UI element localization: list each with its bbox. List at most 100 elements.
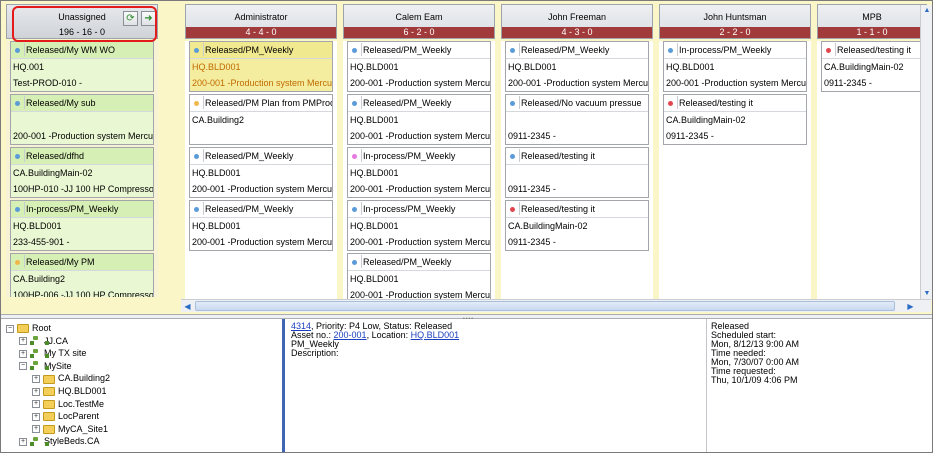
- horizontal-scroll-thumb[interactable]: [195, 301, 895, 311]
- collapse-icon[interactable]: −: [6, 324, 14, 333]
- column-header[interactable]: MPB 1 - 1 - 0: [817, 4, 927, 39]
- scroll-right-icon[interactable]: ▶: [905, 301, 916, 312]
- scroll-left-icon[interactable]: ◀: [182, 301, 193, 312]
- expand-icon[interactable]: +: [19, 337, 27, 346]
- work-order-card[interactable]: Released/testing it CA.BuildingMain-02 091…: [821, 41, 923, 92]
- tree-node[interactable]: − Root: [6, 322, 51, 334]
- time-requested-value: Thu, 10/1/09 4:06 PM: [711, 375, 798, 385]
- column-counts: 4 - 3 - 0: [502, 27, 652, 38]
- work-order-card[interactable]: In-process/PM_Weekly HQ.BLD001 200-001 -Pr…: [347, 200, 491, 251]
- work-order-card[interactable]: Released/testing it 0911-2345 -: [505, 147, 649, 198]
- expand-icon[interactable]: +: [32, 412, 40, 421]
- work-order-card[interactable]: Released/dfhd CA.BuildingMain-02 100HP-010…: [10, 147, 154, 198]
- work-order-card[interactable]: Released/PM_Weekly HQ.BLD001 200-001 -Prod…: [189, 200, 333, 251]
- card-status-text: In-process/PM_Weekly: [679, 45, 772, 55]
- work-order-card[interactable]: In-process/PM_Weekly HQ.BLD001 200-001 -Pr…: [663, 41, 807, 92]
- card-location: HQ.BLD001: [192, 221, 241, 231]
- work-order-card[interactable]: Released/testing it CA.BuildingMain-02 091…: [505, 200, 649, 251]
- card-location: CA.Building2: [192, 115, 245, 125]
- column-cards: Released/PM_Weekly HQ.BLD001 200-001 -Prod…: [343, 41, 495, 299]
- collapse-icon[interactable]: −: [19, 362, 27, 371]
- card-status-text: In-process/PM_Weekly: [26, 204, 119, 214]
- work-order-card[interactable]: Released/PM_Weekly HQ.BLD001 200-001 -Prod…: [189, 147, 333, 198]
- column-counts: 4 - 4 - 0: [186, 27, 336, 38]
- card-location: HQ.BLD001: [350, 62, 399, 72]
- column-unassigned: Unassigned 196 - 16 - 0 ⟳ ➜ Released/My WM W…: [6, 4, 158, 297]
- scroll-down-icon[interactable]: ▼: [922, 289, 932, 299]
- card-asset: 200-001 -Production system Mercury sy: [192, 78, 332, 88]
- card-location: HQ.BLD001: [13, 221, 62, 231]
- work-order-card[interactable]: Released/PM_Weekly HQ.BLD001 200-001 -Prod…: [189, 41, 333, 92]
- work-order-card[interactable]: Released/My WM WO HQ.001 Test-PROD-010 -: [10, 41, 154, 92]
- priority-dot-icon: [352, 101, 357, 106]
- arrow-right-icon[interactable]: ➜: [141, 11, 156, 26]
- tree-node[interactable]: + JJ.CA: [19, 335, 68, 347]
- expand-icon[interactable]: +: [32, 387, 40, 396]
- site-icon: [30, 348, 49, 359]
- tree-node[interactable]: + Loc.TestMe: [32, 398, 104, 410]
- work-order-card[interactable]: Released/PM_Weekly HQ.BLD001 200-001 -Prod…: [347, 41, 491, 92]
- priority-dot-icon: [194, 48, 199, 53]
- work-order-card[interactable]: Released/No vacuum pressue 0911-2345 -: [505, 94, 649, 145]
- column-header[interactable]: Administrator 4 - 4 - 0: [185, 4, 337, 39]
- work-order-card[interactable]: Released/PM_Weekly HQ.BLD001 200-001 -Prod…: [505, 41, 649, 92]
- card-location: HQ.BLD001: [350, 221, 399, 231]
- work-order-card[interactable]: Released/My PM CA.Building2 100HP-006 -JJ …: [10, 253, 154, 297]
- tree-node[interactable]: + MyCA_Site1: [32, 423, 108, 435]
- work-order-card[interactable]: Released/PM Plan from PMProce... CA.Build…: [189, 94, 333, 145]
- location-link[interactable]: HQ.BLD001: [411, 330, 460, 340]
- card-status: Released/testing it: [664, 95, 806, 112]
- card-location: CA.BuildingMain-02: [13, 168, 93, 178]
- board-vertical-scrollbar[interactable]: ▲ ▼: [920, 5, 932, 300]
- refresh-icon[interactable]: ⟳: [123, 11, 138, 26]
- expand-icon[interactable]: +: [32, 425, 40, 434]
- priority-dot-icon: [352, 260, 357, 265]
- card-location: HQ.BLD001: [666, 62, 715, 72]
- tree-node[interactable]: + LocParent: [32, 410, 99, 422]
- card-status-text: Released/PM_Weekly: [205, 151, 294, 161]
- scroll-up-icon[interactable]: ▲: [922, 6, 932, 16]
- card-asset: 200-001 -Production system Mercur...: [350, 131, 490, 141]
- site-icon: [30, 336, 49, 346]
- work-order-card[interactable]: In-process/PM_Weekly HQ.BLD001 200-001 -Pr…: [347, 147, 491, 198]
- priority-dot-icon: [15, 260, 20, 265]
- card-status: Released/PM_Weekly: [190, 148, 332, 165]
- card-status-text: In-process/PM_Weekly: [363, 204, 456, 214]
- card-status-text: Released/My WM WO: [26, 45, 116, 55]
- site-icon: [30, 437, 49, 447]
- work-order-card[interactable]: In-process/PM_Weekly HQ.BLD001 233-455-901…: [10, 200, 154, 251]
- expand-icon[interactable]: +: [32, 400, 40, 409]
- card-asset: 200-001 -Production system Mercur...: [192, 184, 332, 194]
- schedule-detail: Released Scheduled start: Mon, 8/12/13 9…: [706, 319, 932, 452]
- column-tech-3: John Freeman 4 - 3 - 0 Released/PM_Weekly H…: [501, 4, 653, 299]
- expand-icon[interactable]: +: [19, 349, 27, 358]
- card-status-text: Released/PM_Weekly: [205, 204, 294, 214]
- tree-node-label: StyleBeds.CA: [44, 436, 100, 447]
- work-order-card[interactable]: Released/My sub 200-001 -Production syste…: [10, 94, 154, 145]
- column-tech-2: Calem Eam 6 - 2 - 0 Released/PM_Weekly HQ.B…: [343, 4, 495, 299]
- tree-node[interactable]: + CA.Building2: [32, 372, 110, 384]
- expand-icon[interactable]: +: [32, 375, 40, 384]
- column-header[interactable]: Unassigned 196 - 16 - 0 ⟳ ➜: [6, 4, 158, 39]
- column-name: MPB: [862, 12, 882, 22]
- tree-node[interactable]: + HQ.BLD001: [32, 385, 107, 397]
- column-header[interactable]: Calem Eam 6 - 2 - 0: [343, 4, 495, 39]
- card-location: HQ.BLD001: [192, 168, 241, 178]
- card-status-text: Released/My PM: [26, 257, 95, 267]
- card-location: CA.BuildingMain-02: [508, 221, 588, 231]
- tree-node[interactable]: − MySite: [19, 360, 72, 372]
- board-horizontal-scrollbar[interactable]: ◀ ▶: [181, 299, 931, 312]
- card-asset: 233-455-901 -: [13, 237, 70, 247]
- work-order-card[interactable]: Released/PM_Weekly HQ.BLD001 200-001 -Prod…: [347, 94, 491, 145]
- card-asset: 100HP-010 -JJ 100 HP Compressor ...: [13, 184, 153, 194]
- work-order-card[interactable]: Released/PM_Weekly HQ.BLD001 200-001 -Prod…: [347, 253, 491, 299]
- expand-icon[interactable]: +: [19, 438, 27, 447]
- card-status: Released/My sub: [11, 95, 153, 112]
- column-header[interactable]: John Huntsman 2 - 2 - 0: [659, 4, 811, 39]
- tree-node[interactable]: + StyleBeds.CA: [19, 435, 100, 447]
- work-order-card[interactable]: Released/testing it CA.BuildingMain-02 091…: [663, 94, 807, 145]
- column-counts: 196 - 16 - 0: [58, 27, 106, 37]
- column-header[interactable]: John Freeman 4 - 3 - 0: [501, 4, 653, 39]
- tree-node[interactable]: + My TX site: [19, 347, 86, 359]
- card-status-text: Released/testing it: [679, 98, 754, 108]
